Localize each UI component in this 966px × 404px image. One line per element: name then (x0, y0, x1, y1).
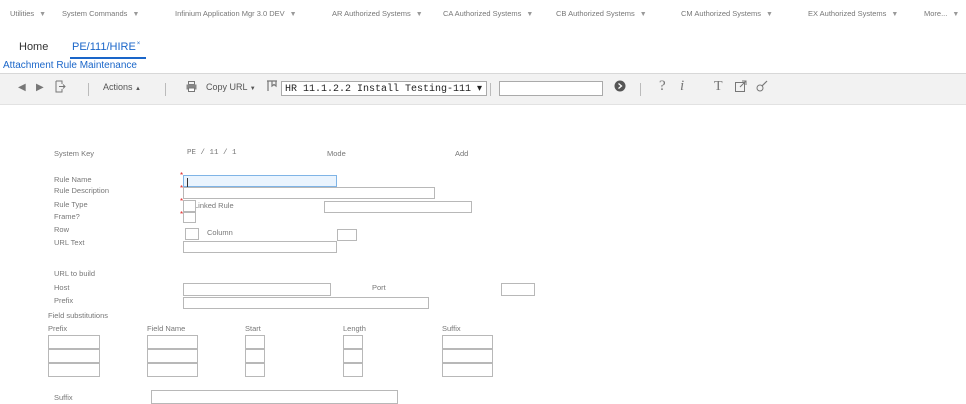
actions-menu[interactable]: Actions ▲ (103, 82, 141, 92)
tab-pe-111-hire[interactable]: PE/111/HIRE× (72, 41, 140, 53)
menu-more[interactable]: More... ▼ (924, 9, 959, 18)
printer-icon[interactable] (186, 80, 197, 95)
system-key-label: System Key (54, 149, 95, 158)
rule-type-extra-input[interactable] (324, 201, 472, 213)
sub-start-input[interactable] (245, 363, 265, 377)
sub-suffix-input[interactable] (442, 363, 493, 377)
sub-field-name-input[interactable] (147, 363, 198, 377)
suffix-label: Suffix (54, 393, 73, 402)
rule-name-label: Rule Name (54, 175, 92, 184)
sub-start-input[interactable] (245, 335, 265, 349)
menu-ar-authorized-systems[interactable]: AR Authorized Systems ▼ (332, 9, 423, 18)
sub-length-input[interactable] (343, 349, 363, 363)
sub-prefix-input[interactable] (48, 349, 100, 363)
host-label: Host (54, 283, 70, 292)
tab-label: PE/111/HIRE (72, 41, 136, 53)
sub-start-input[interactable] (245, 349, 265, 363)
url-text-label: URL Text (54, 238, 85, 247)
rule-type-label: Rule Type (54, 200, 88, 209)
column-input[interactable] (337, 229, 357, 241)
sub-length-input[interactable] (343, 335, 363, 349)
back-arrow-icon[interactable]: ◀ (18, 82, 26, 93)
prefix-input[interactable] (183, 297, 429, 309)
menu-cb-authorized-systems[interactable]: CB Authorized Systems ▼ (556, 9, 647, 18)
prefix-label: Prefix (54, 296, 74, 305)
rule-type-select[interactable] (183, 200, 196, 212)
menu-ex-authorized-systems[interactable]: EX Authorized Systems ▼ (808, 9, 898, 18)
col-suffix-header: Suffix (442, 324, 461, 333)
rule-description-label: Rule Description (54, 186, 110, 195)
toolbar: ◀ ▶ Actions ▲ Copy URL ▼ HR 11.1.2.2 Ins… (0, 74, 966, 105)
info-icon[interactable]: i (680, 78, 684, 95)
row-input[interactable] (185, 228, 199, 240)
column-label: Column (207, 228, 233, 237)
search-input[interactable] (499, 81, 603, 96)
sub-prefix-input[interactable] (48, 335, 100, 349)
sub-length-input[interactable] (343, 363, 363, 377)
port-input[interactable] (501, 283, 535, 296)
text-icon[interactable]: T (714, 79, 723, 95)
col-length-header: Length (343, 324, 366, 333)
menu-utilities[interactable]: Utilities ▼ (10, 9, 46, 18)
frame-input[interactable] (183, 212, 196, 223)
col-prefix-header: Prefix (48, 324, 68, 333)
edit-link-icon[interactable] (756, 80, 768, 95)
menu-ca-authorized-systems[interactable]: CA Authorized Systems ▼ (443, 9, 533, 18)
system-key-value: PE / 11 / 1 (187, 149, 237, 157)
top-menu-bar: Utilities ▼ System Commands ▼ Infinium App… (0, 0, 966, 30)
rule-type-value: Linked Rule (194, 201, 234, 210)
menu-system-commands[interactable]: System Commands ▼ (62, 9, 139, 18)
sub-suffix-input[interactable] (442, 349, 493, 363)
row-label: Row (54, 225, 70, 234)
bookmark-icon[interactable] (266, 80, 278, 95)
active-tab-indicator (70, 57, 146, 59)
go-icon[interactable] (614, 80, 626, 95)
mode-label: Mode (327, 149, 346, 158)
toolbar-separator (640, 83, 641, 96)
page-title: Attachment Rule Maintenance (3, 60, 137, 71)
sub-prefix-input[interactable] (48, 363, 100, 377)
host-input[interactable] (183, 283, 331, 296)
help-icon[interactable]: ? (659, 78, 666, 95)
url-to-build-label: URL to build (54, 269, 95, 278)
port-label: Port (372, 283, 386, 292)
toolbar-separator (165, 83, 166, 96)
col-field-name-header: Field Name (147, 324, 186, 333)
forward-arrow-icon[interactable]: ▶ (36, 82, 44, 93)
rule-description-input[interactable] (183, 187, 435, 199)
export-icon[interactable] (735, 80, 747, 95)
col-start-header: Start (245, 324, 261, 333)
exit-icon[interactable] (54, 80, 66, 96)
url-text-input[interactable] (183, 241, 337, 253)
tab-home[interactable]: Home (19, 41, 48, 53)
close-icon[interactable]: × (137, 41, 141, 47)
menu-infinium-app-mgr[interactable]: Infinium Application Mgr 3.0 DEV ▼ (175, 9, 297, 18)
sub-field-name-input[interactable] (147, 335, 198, 349)
environment-select[interactable]: HR 11.1.2.2 Install Testing-111 ▾ (281, 81, 487, 96)
text-cursor (187, 178, 188, 187)
menu-cm-authorized-systems[interactable]: CM Authorized Systems ▼ (681, 9, 773, 18)
frame-label: Frame? (54, 212, 80, 221)
mode-value: Add (455, 149, 469, 158)
rule-name-input[interactable] (183, 175, 337, 187)
sub-field-name-input[interactable] (147, 349, 198, 363)
copy-url-button[interactable]: Copy URL ▼ (206, 82, 256, 92)
toolbar-separator (490, 83, 491, 96)
field-substitutions-label: Field substitutions (48, 311, 109, 320)
toolbar-separator (88, 83, 89, 96)
sub-suffix-input[interactable] (442, 335, 493, 349)
